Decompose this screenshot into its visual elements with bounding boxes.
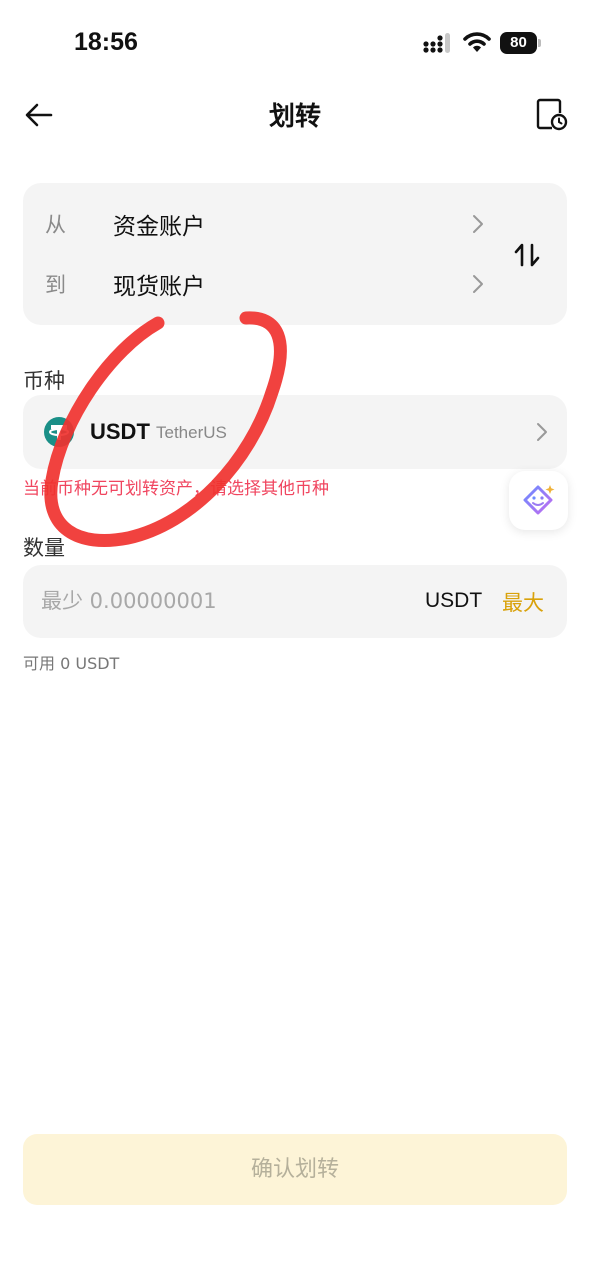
- coin-symbol: USDT: [90, 419, 150, 444]
- swap-accounts-icon[interactable]: [511, 239, 543, 271]
- to-account-selector[interactable]: 到 现货账户: [23, 253, 513, 313]
- coin-error-message: 当前币种无可划转资产，请选择其他币种: [23, 479, 329, 499]
- quantity-input[interactable]: [41, 581, 421, 621]
- transfer-accounts-card: 从 资金账户 到 现货账户: [23, 183, 567, 325]
- page-title: 划转: [268, 102, 321, 132]
- ai-assistant-face-icon: [523, 485, 555, 515]
- available-balance: 可用 0 USDT: [23, 654, 120, 673]
- chevron-right-icon: [473, 215, 483, 233]
- chevron-right-icon: [537, 423, 547, 441]
- quantity-field-container: USDT 最大: [23, 565, 567, 638]
- to-label: 到: [45, 273, 66, 297]
- max-button[interactable]: 最大: [502, 587, 544, 617]
- quantity-unit: USDT: [425, 589, 483, 612]
- navigation-bar: 划转: [0, 84, 590, 144]
- to-account-name: 现货账户: [113, 274, 205, 300]
- status-bar: 18:56 80: [0, 0, 590, 90]
- usdt-coin-icon: [44, 417, 74, 447]
- wifi-icon: [463, 32, 491, 52]
- from-label: 从: [45, 213, 66, 237]
- status-time: 18:56: [74, 28, 138, 56]
- from-account-name: 资金账户: [113, 214, 205, 240]
- coin-section-label: 币种: [23, 369, 65, 393]
- confirm-transfer-button[interactable]: 确认划转: [23, 1134, 567, 1205]
- from-account-selector[interactable]: 从 资金账户: [23, 193, 513, 253]
- transfer-history-icon[interactable]: [534, 96, 568, 132]
- chevron-right-icon: [473, 275, 483, 293]
- coin-selector[interactable]: USDT TetherUS: [23, 395, 567, 469]
- quantity-section-label: 数量: [23, 536, 65, 560]
- battery-icon: 80: [500, 32, 542, 54]
- battery-level: 80: [510, 34, 527, 51]
- ai-assistant-button[interactable]: [509, 471, 568, 530]
- cellular-signal-icon: [423, 33, 450, 53]
- coin-full-name: TetherUS: [156, 423, 227, 442]
